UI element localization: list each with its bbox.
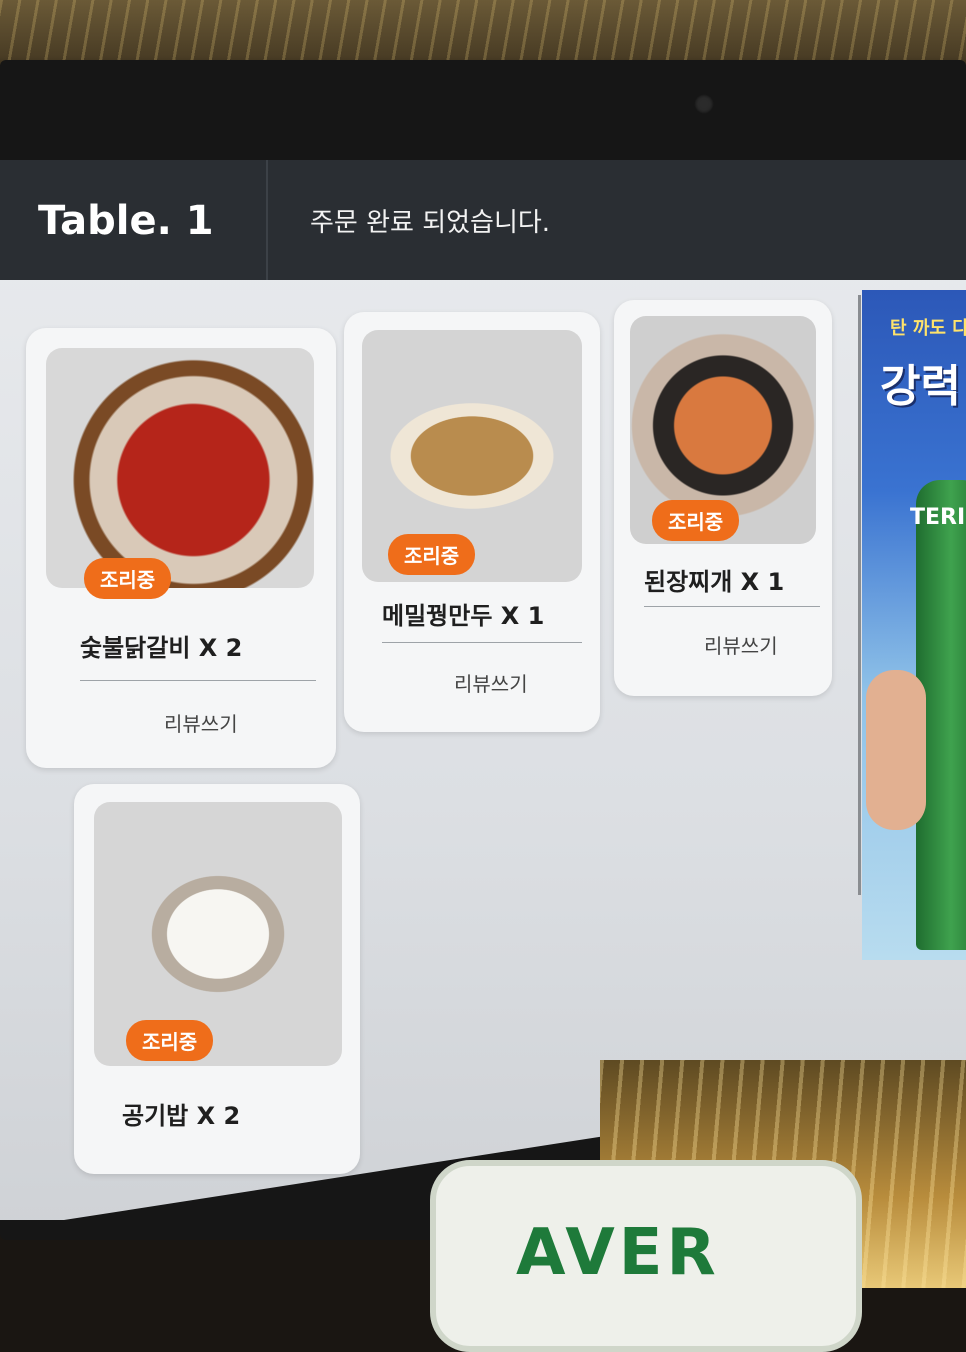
order-card: 조리중 숯불닭갈비 X 2 리뷰쓰기 <box>26 328 336 768</box>
table-label: Table. 1 <box>38 198 214 244</box>
ad-tagline: 탄 까도 다 <box>890 318 966 339</box>
card-divider <box>382 642 582 643</box>
write-review-button[interactable]: 리뷰쓰기 <box>454 668 528 697</box>
item-name: 메밀꿩만두 X 1 <box>382 602 545 630</box>
order-card: 조리중 공기밥 X 2 <box>74 784 360 1174</box>
item-name: 숯불닭갈비 X 2 <box>80 634 243 662</box>
ad-headline: 강력 <box>880 361 961 412</box>
header-bar: Table. 1 주문 완료 되었습니다. <box>0 160 966 280</box>
order-card: 조리중 메밀꿩만두 X 1 리뷰쓰기 <box>344 312 600 732</box>
hand-image <box>866 670 926 830</box>
status-badge: 조리중 <box>388 534 476 575</box>
status-badge: 조리중 <box>652 500 740 541</box>
item-name: 된장찌개 X 1 <box>644 568 785 596</box>
item-name: 공기밥 X 2 <box>122 1102 241 1130</box>
write-review-button[interactable]: 리뷰쓰기 <box>704 630 778 659</box>
write-review-button[interactable]: 리뷰쓰기 <box>164 708 238 737</box>
spicy-chicken-photo <box>46 348 314 588</box>
status-badge: 조리중 <box>126 1020 214 1061</box>
beer-advertisement-banner[interactable]: 탄 까도 다 강력 TERI <box>862 290 966 960</box>
background-sign: AVER <box>430 1160 862 1352</box>
panel-divider <box>858 295 861 895</box>
camera-lens-icon <box>694 94 714 114</box>
status-badge: 조리중 <box>84 558 172 599</box>
header-divider <box>266 160 268 280</box>
order-card: 조리중 된장찌개 X 1 리뷰쓰기 <box>614 300 832 696</box>
order-status-message: 주문 완료 되었습니다. <box>310 208 551 238</box>
card-divider <box>644 606 820 607</box>
sign-text: AVER <box>516 1216 720 1290</box>
card-divider <box>80 680 316 681</box>
ad-brand: TERI <box>910 505 966 530</box>
